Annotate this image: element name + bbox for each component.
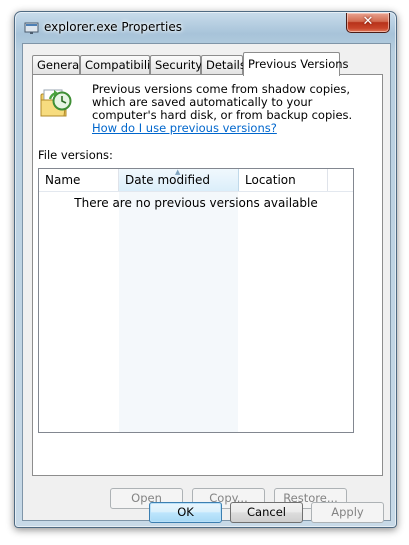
empty-list-message: There are no previous versions available — [74, 196, 318, 210]
apply-button[interactable]: Apply — [311, 502, 384, 523]
window-title: explorer.exe Properties — [44, 20, 183, 34]
tab-previous-versions[interactable]: Previous Versions — [243, 52, 349, 76]
cancel-button[interactable]: Cancel — [230, 502, 303, 523]
tab-details[interactable]: Details — [201, 55, 246, 74]
close-button[interactable]: ✕ — [346, 13, 390, 33]
file-versions-label: File versions: — [38, 148, 113, 162]
column-header-location-label: Location — [245, 173, 296, 187]
dialog-client-area: General Compatibility Security Details P… — [22, 43, 391, 523]
file-versions-list[interactable]: Name ▲ Date modified Location There are … — [38, 168, 354, 433]
column-header-location[interactable]: Location — [239, 169, 328, 191]
sort-ascending-icon: ▲ — [175, 168, 181, 176]
tab-compatibility[interactable]: Compatibility — [80, 55, 162, 74]
info-description: Previous versions come from shadow copie… — [92, 83, 372, 135]
tab-security[interactable]: Security — [150, 55, 202, 74]
close-icon: ✕ — [362, 14, 374, 29]
column-header-name[interactable]: Name — [39, 169, 119, 191]
list-header: Name ▲ Date modified Location — [39, 169, 353, 192]
info-text: Previous versions come from shadow copie… — [92, 82, 353, 122]
application-icon — [24, 21, 40, 35]
properties-window: explorer.exe Properties ✕ General Compat… — [14, 11, 397, 528]
column-header-name-label: Name — [45, 173, 81, 187]
previous-versions-panel: Previous versions come from shadow copie… — [32, 74, 383, 509]
column-header-date-modified[interactable]: ▲ Date modified — [119, 169, 239, 191]
column-header-date-modified-label: Date modified — [125, 173, 211, 187]
title-bar[interactable]: explorer.exe Properties ✕ — [15, 12, 396, 44]
column-header-filler — [328, 169, 353, 191]
previous-versions-icon — [38, 85, 74, 121]
help-link[interactable]: How do I use previous versions? — [92, 121, 277, 135]
tab-general[interactable]: General — [32, 55, 82, 74]
ok-button[interactable]: OK — [149, 502, 222, 523]
